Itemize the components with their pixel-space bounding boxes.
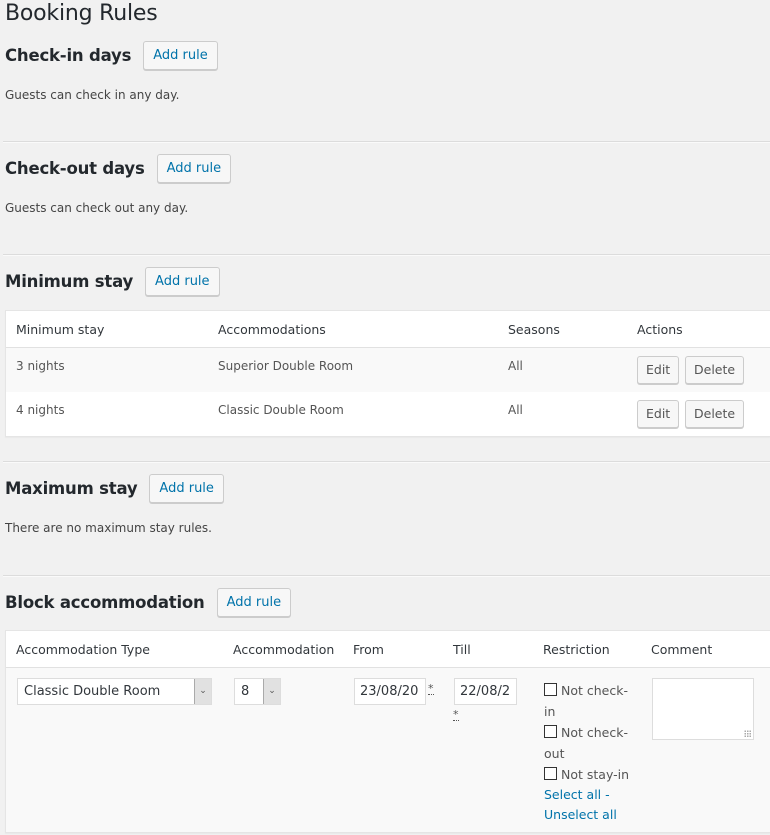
min-stay-title: Minimum stay <box>5 271 134 291</box>
checkin-section-header: Check-in days Add rule <box>5 41 218 70</box>
select-links: Select all - Unselect all <box>544 785 634 825</box>
min-stay-section-header: Minimum stay Add rule <box>5 267 220 296</box>
restriction-options: Not check-in Not check-out Not stay-in S… <box>544 680 634 825</box>
section-divider <box>3 461 770 463</box>
table-row: Classic Double Room ⌄ 8 ⌄ * * Not check-… <box>6 668 770 832</box>
restriction-not-check-in[interactable]: Not check-in <box>544 680 634 722</box>
table-row: 3 nights Superior Double Room All Edit D… <box>6 348 770 392</box>
chevron-down-icon: ⌄ <box>263 679 280 704</box>
not-check-out-checkbox[interactable] <box>544 725 557 738</box>
block-table: Accommodation Type Accommodation From Ti… <box>5 630 770 833</box>
not-check-in-checkbox[interactable] <box>544 683 557 696</box>
max-stay-description: There are no maximum stay rules. <box>5 521 212 535</box>
till-required-marker: * <box>453 708 459 721</box>
link-separator: - <box>605 787 610 802</box>
booking-rules-page: Booking Rules Check-in days Add rule Gue… <box>0 0 770 835</box>
delete-button[interactable]: Delete <box>685 356 745 384</box>
unselect-all-link[interactable]: Unselect all <box>544 807 617 822</box>
checkin-title: Check-in days <box>5 45 132 65</box>
from-date-input[interactable] <box>354 678 426 705</box>
block-title: Block accommodation <box>5 592 205 612</box>
min-stay-table: Minimum stay Accommodations Seasons Acti… <box>5 310 770 437</box>
till-date-input[interactable] <box>454 678 517 705</box>
checkin-description: Guests can check in any day. <box>5 88 180 102</box>
delete-button[interactable]: Delete <box>685 400 745 428</box>
cell-seasons: All <box>508 403 523 417</box>
table-row: 4 nights Classic Double Room All Edit De… <box>6 392 770 436</box>
cell-seasons: All <box>508 359 523 373</box>
checkin-add-rule-button[interactable]: Add rule <box>143 41 218 70</box>
column-header-accommodation-type: Accommodation Type <box>16 642 150 657</box>
column-header-till: Till <box>453 642 471 657</box>
max-stay-section-header: Maximum stay Add rule <box>5 474 224 503</box>
from-required-marker: * <box>428 682 434 695</box>
section-divider <box>3 141 770 143</box>
accommodation-value: 8 <box>241 684 250 699</box>
column-header-accommodations: Accommodations <box>218 322 326 337</box>
page-title: Booking Rules <box>5 1 158 26</box>
checkout-section-header: Check-out days Add rule <box>5 154 232 183</box>
cell-accommodations: Superior Double Room <box>218 359 354 373</box>
column-header-seasons: Seasons <box>508 322 560 337</box>
block-add-rule-button[interactable]: Add rule <box>216 588 292 617</box>
restriction-not-check-out[interactable]: Not check-out <box>544 722 634 764</box>
resize-grip-icon[interactable] <box>744 730 751 737</box>
column-header-comment: Comment <box>651 642 713 657</box>
restriction-not-stay-in[interactable]: Not stay-in <box>544 764 634 785</box>
max-stay-add-rule-button[interactable]: Add rule <box>149 474 224 503</box>
checkout-description: Guests can check out any day. <box>5 201 189 215</box>
accommodation-type-value: Classic Double Room <box>24 684 161 699</box>
accommodation-type-select[interactable]: Classic Double Room ⌄ <box>17 678 212 705</box>
not-stay-in-label: Not stay-in <box>561 767 630 782</box>
column-header-accommodation: Accommodation <box>233 642 335 657</box>
block-section-header: Block accommodation Add rule <box>5 588 292 617</box>
column-header-from: From <box>353 642 384 657</box>
chevron-down-icon: ⌄ <box>194 679 211 704</box>
cell-minimum-stay: 3 nights <box>16 359 65 373</box>
cell-minimum-stay: 4 nights <box>16 403 65 417</box>
column-header-minimum-stay: Minimum stay <box>16 322 105 337</box>
select-all-link[interactable]: Select all <box>544 787 601 802</box>
edit-button[interactable]: Edit <box>637 400 680 428</box>
checkout-title: Check-out days <box>5 158 145 178</box>
section-divider <box>3 575 770 577</box>
comment-textarea[interactable] <box>652 678 754 740</box>
column-header-actions: Actions <box>637 322 683 337</box>
max-stay-title: Maximum stay <box>5 478 138 498</box>
accommodation-select[interactable]: 8 ⌄ <box>234 678 281 705</box>
edit-button[interactable]: Edit <box>637 356 680 384</box>
cell-accommodations: Classic Double Room <box>218 403 344 417</box>
min-stay-table-header: Minimum stay Accommodations Seasons Acti… <box>6 311 770 348</box>
not-stay-in-checkbox[interactable] <box>544 767 557 780</box>
column-header-restriction: Restriction <box>543 642 610 657</box>
checkout-add-rule-button[interactable]: Add rule <box>156 154 232 183</box>
section-divider <box>3 254 770 256</box>
block-table-header: Accommodation Type Accommodation From Ti… <box>6 631 770 668</box>
min-stay-add-rule-button[interactable]: Add rule <box>145 267 220 296</box>
